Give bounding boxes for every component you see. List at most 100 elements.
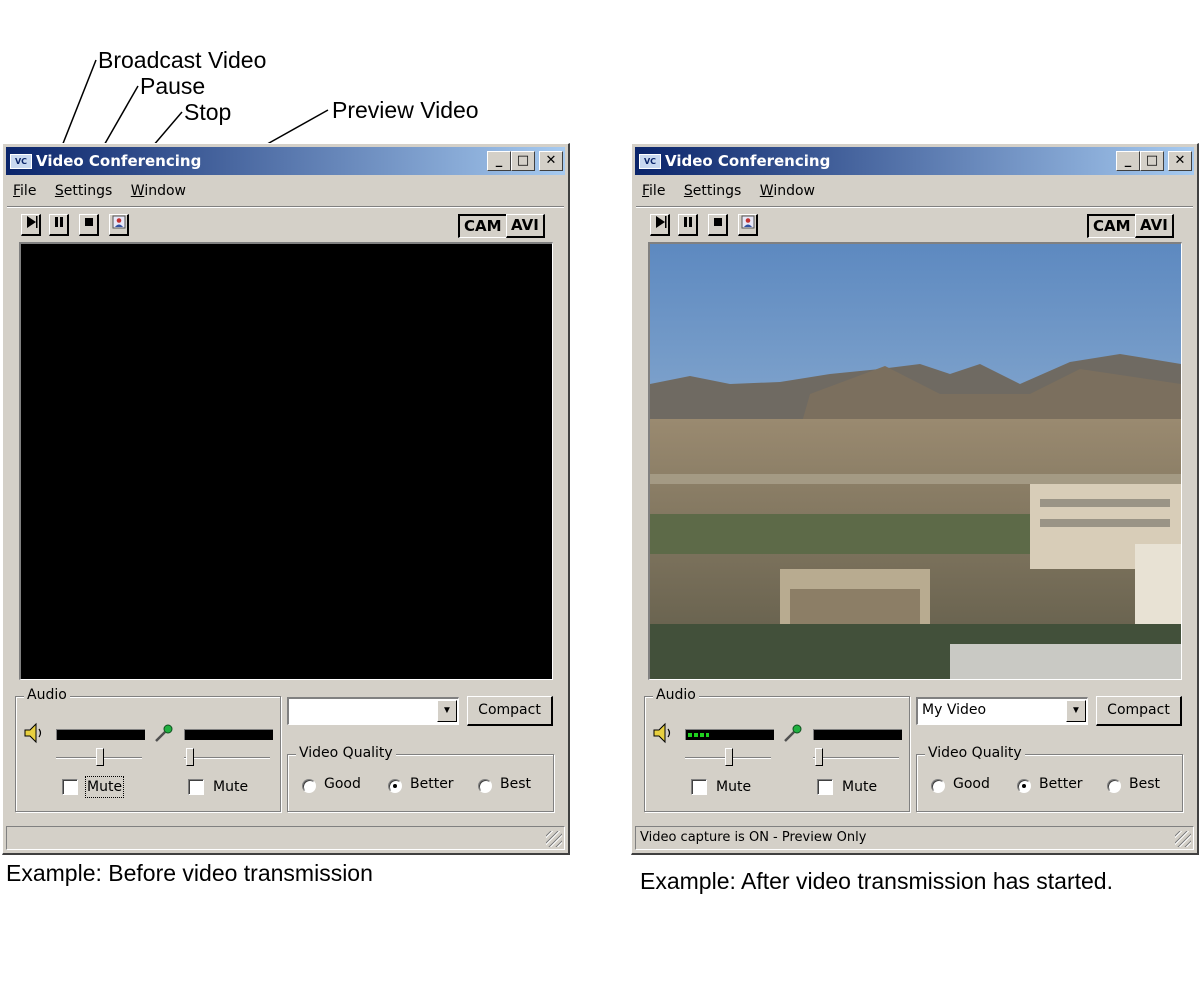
maximize-button[interactable]: □ bbox=[511, 151, 535, 171]
quality-best-radio[interactable] bbox=[1107, 779, 1121, 793]
window-title: Video Conferencing bbox=[665, 152, 831, 170]
menu-file[interactable]: File bbox=[642, 180, 665, 202]
speaker-volume-slider-thumb[interactable] bbox=[725, 748, 733, 766]
play-icon bbox=[26, 216, 37, 228]
app-icon: VC bbox=[10, 154, 32, 169]
quality-good-label[interactable]: Good bbox=[953, 776, 990, 792]
cam-mode-button[interactable]: CAM bbox=[1087, 214, 1136, 238]
stop-button[interactable] bbox=[79, 214, 99, 236]
mic-mute-checkbox[interactable] bbox=[188, 779, 204, 795]
quality-better-label[interactable]: Better bbox=[410, 776, 454, 792]
chevron-down-icon[interactable]: ▼ bbox=[1066, 700, 1086, 722]
maximize-button[interactable]: □ bbox=[1140, 151, 1164, 171]
menu-separator bbox=[636, 206, 1193, 208]
callout-pause: Pause bbox=[140, 73, 206, 99]
pause-button[interactable] bbox=[678, 214, 698, 236]
callout-stop: Stop bbox=[184, 99, 232, 125]
mic-volume-slider-thumb[interactable] bbox=[815, 748, 823, 766]
channel-dropdown[interactable]: ▼ bbox=[287, 697, 459, 725]
mic-level-meter bbox=[813, 729, 902, 740]
cam-mode-button[interactable]: CAM bbox=[458, 214, 507, 238]
quality-better-label[interactable]: Better bbox=[1039, 776, 1083, 792]
title-bar[interactable]: VC Video Conferencing _ □ ✕ bbox=[6, 147, 565, 175]
channel-dropdown[interactable]: My Video ▼ bbox=[916, 697, 1088, 725]
mic-level-meter bbox=[184, 729, 273, 740]
speaker-icon bbox=[651, 721, 675, 745]
status-bar: Video capture is ON - Preview Only bbox=[635, 826, 1194, 850]
title-bar[interactable]: VC Video Conferencing _ □ ✕ bbox=[635, 147, 1194, 175]
audio-group: Audio Mute Mute bbox=[644, 687, 910, 812]
speaker-mute-checkbox[interactable] bbox=[62, 779, 78, 795]
app-icon: VC bbox=[639, 154, 661, 169]
caption-after: Example: After video transmission has st… bbox=[640, 868, 1113, 894]
quality-good-radio[interactable] bbox=[302, 779, 316, 793]
menu-bar: File Settings Window bbox=[7, 180, 194, 204]
minimize-button[interactable]: _ bbox=[487, 151, 511, 171]
menu-file[interactable]: File bbox=[13, 180, 36, 202]
video-quality-group: Video Quality Good Better Best bbox=[287, 745, 554, 812]
speaker-mute-checkbox[interactable] bbox=[691, 779, 707, 795]
microphone-icon bbox=[152, 721, 176, 745]
speaker-level-fill bbox=[688, 733, 709, 737]
video-display-area bbox=[19, 242, 553, 680]
close-button[interactable]: ✕ bbox=[1168, 151, 1192, 171]
callout-preview-video: Preview Video bbox=[332, 97, 479, 123]
compact-button[interactable]: Compact bbox=[467, 696, 553, 726]
resize-grip-icon[interactable] bbox=[1175, 831, 1191, 847]
menu-window[interactable]: Window bbox=[760, 180, 815, 202]
mic-mute-label[interactable]: Mute bbox=[212, 777, 249, 797]
chevron-down-icon[interactable]: ▼ bbox=[437, 700, 457, 722]
window-title: Video Conferencing bbox=[36, 152, 202, 170]
stop-icon bbox=[713, 218, 722, 226]
mic-mute-checkbox[interactable] bbox=[817, 779, 833, 795]
preview-video-button[interactable] bbox=[109, 214, 129, 236]
quality-good-radio[interactable] bbox=[931, 779, 945, 793]
quality-better-radio[interactable] bbox=[1017, 779, 1031, 793]
video-conferencing-window-before: VC Video Conferencing _ □ ✕ File Setting… bbox=[2, 143, 570, 855]
mic-volume-track[interactable] bbox=[813, 757, 899, 759]
video-preview-area bbox=[648, 242, 1182, 680]
speaker-level-meter bbox=[685, 729, 774, 740]
broadcast-video-button[interactable] bbox=[650, 214, 670, 236]
audio-group: Audio Mute Mute bbox=[15, 687, 281, 812]
preview-person-icon bbox=[112, 215, 125, 229]
preview-person-icon bbox=[741, 215, 754, 229]
speaker-volume-slider-thumb[interactable] bbox=[96, 748, 104, 766]
pause-icon bbox=[683, 217, 692, 227]
mic-volume-slider-thumb[interactable] bbox=[186, 748, 194, 766]
broadcast-video-button[interactable] bbox=[21, 214, 41, 236]
resize-grip-icon[interactable] bbox=[546, 831, 562, 847]
speaker-level-meter bbox=[56, 729, 145, 740]
pause-button[interactable] bbox=[49, 214, 69, 236]
status-bar bbox=[6, 826, 565, 850]
speaker-mute-label[interactable]: Mute bbox=[715, 777, 752, 797]
mic-mute-label[interactable]: Mute bbox=[841, 777, 878, 797]
quality-better-radio[interactable] bbox=[388, 779, 402, 793]
speaker-mute-label[interactable]: Mute bbox=[84, 776, 125, 798]
avi-mode-button[interactable]: AVI bbox=[506, 214, 545, 238]
video-quality-group: Video Quality Good Better Best bbox=[916, 745, 1183, 812]
avi-mode-button[interactable]: AVI bbox=[1135, 214, 1174, 238]
menu-settings[interactable]: Settings bbox=[684, 180, 741, 202]
video-conferencing-window-after: VC Video Conferencing _ □ ✕ File Setting… bbox=[631, 143, 1199, 855]
menu-separator bbox=[7, 206, 564, 208]
quality-best-label[interactable]: Best bbox=[1129, 776, 1160, 792]
quality-best-radio[interactable] bbox=[478, 779, 492, 793]
stop-icon bbox=[84, 218, 93, 226]
close-button[interactable]: ✕ bbox=[539, 151, 563, 171]
quality-best-label[interactable]: Best bbox=[500, 776, 531, 792]
pause-icon bbox=[54, 217, 63, 227]
minimize-button[interactable]: _ bbox=[1116, 151, 1140, 171]
menu-window[interactable]: Window bbox=[131, 180, 186, 202]
audio-group-label: Audio bbox=[653, 687, 699, 703]
microphone-icon bbox=[781, 721, 805, 745]
stop-button[interactable] bbox=[708, 214, 728, 236]
menu-settings[interactable]: Settings bbox=[55, 180, 112, 202]
video-quality-label: Video Quality bbox=[925, 745, 1025, 761]
quality-good-label[interactable]: Good bbox=[324, 776, 361, 792]
play-icon bbox=[655, 216, 666, 228]
preview-video-button[interactable] bbox=[738, 214, 758, 236]
compact-button[interactable]: Compact bbox=[1096, 696, 1182, 726]
callout-broadcast-video: Broadcast Video bbox=[98, 47, 267, 73]
mic-volume-track[interactable] bbox=[184, 757, 270, 759]
